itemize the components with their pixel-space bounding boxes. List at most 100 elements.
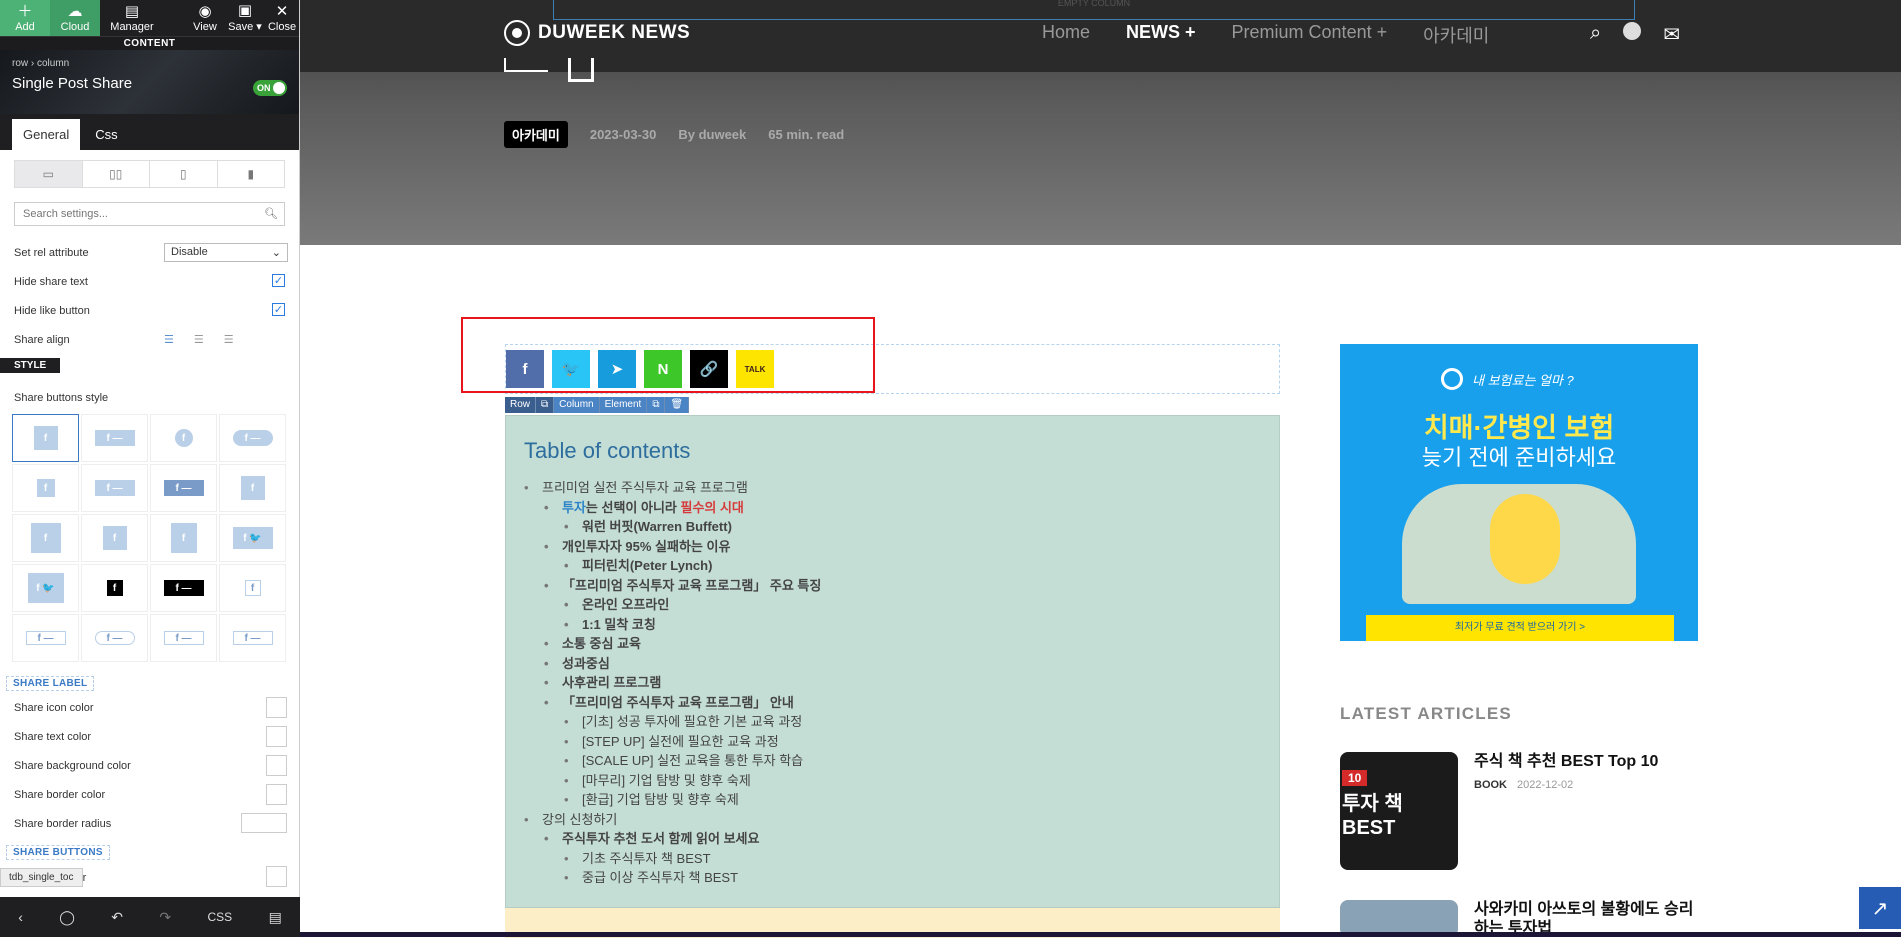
style-option-5[interactable]: f [12,464,79,512]
toc-item[interactable]: 워런 버핏(Warren Buffett) [564,517,1261,537]
desktop-icon[interactable]: ▭ [15,161,83,187]
toc-item[interactable]: 프리미엄 실전 주식투자 교육 프로그램 [524,478,1261,498]
tab-general[interactable]: General [12,119,81,150]
hide-share-text-checkbox[interactable]: ✓ [272,274,285,287]
toc-item[interactable]: 개인투자자 95% 실패하는 이유 [544,537,1261,557]
article-thumbnail[interactable]: 10 투자 책 BEST [1340,752,1458,870]
style-option-6[interactable]: f — [81,464,148,512]
manager-icon: ▤ [124,2,140,20]
element-tool[interactable]: Element [599,397,648,413]
row-tool[interactable]: Row [505,397,537,413]
toc-item[interactable]: 「프리미엄 주식투자 교육 프로그램」 주요 특징 [544,576,1261,596]
toc-item[interactable]: 온라인 오프라인 [564,595,1261,615]
search-input[interactable] [15,203,284,225]
toc-item[interactable]: 소통 중심 교육 [544,634,1261,654]
style-option-4[interactable]: f — [219,414,286,462]
phone-icon[interactable]: ▮ [218,161,285,187]
tab-css[interactable]: Css [84,119,128,150]
style-option-3[interactable]: f [150,414,217,462]
style-option-15[interactable]: f — [150,564,217,612]
style-option-12[interactable]: f 🐦 [219,514,286,562]
add-button[interactable]: ＋ Add [0,0,50,36]
undo-icon[interactable]: ↶ [111,909,123,926]
share-border-color-swatch[interactable] [266,784,287,805]
style-option-20[interactable]: f — [219,614,286,662]
toc-item[interactable]: 중급 이상 주식투자 책 BEST [564,868,1261,888]
article-item[interactable]: 10 투자 책 BEST 주식 책 추천 BEST Top 10 BOOK 202… [1340,752,1696,870]
home-icon[interactable]: ◯ [59,909,75,926]
close-button[interactable]: ✕ Close [265,0,299,36]
style-option-17[interactable]: f — [12,614,79,662]
align-center-icon[interactable]: ☰ [194,333,204,346]
list-icon[interactable]: ▤ [269,909,282,926]
toc-item[interactable]: 강의 신청하기 [524,810,1261,830]
element-toggle[interactable]: ON [253,80,287,96]
hide-like-button-checkbox[interactable]: ✓ [272,303,285,316]
style-option-8[interactable]: f [219,464,286,512]
tablet-portrait-icon[interactable]: ▯ [150,161,218,187]
share-icon-color-swatch[interactable] [266,697,287,718]
category-badge[interactable]: 아카데미 [504,121,568,148]
style-option-7[interactable]: f — [150,464,217,512]
css-button[interactable]: CSS [208,910,233,924]
article-category[interactable]: BOOK [1474,779,1507,791]
style-option-19[interactable]: f — [150,614,217,662]
view-button[interactable]: ◉ View [185,0,225,36]
post-author[interactable]: By duweek [678,127,746,142]
share-text-color-swatch[interactable] [266,726,287,747]
toc-item[interactable]: 기초 주식투자 책 BEST [564,849,1261,869]
manager-button[interactable]: ▤ Manager [100,0,164,36]
share-border-radius-input[interactable] [241,813,287,833]
style-option-16[interactable]: f [219,564,286,612]
cloud-button[interactable]: ☁ Cloud [50,0,100,36]
toc-item[interactable]: 투자는 선택이 아니라 필수의 시대 [544,498,1261,518]
toc-item[interactable]: [환급] 기업 탐방 및 향후 숙제 [564,790,1261,810]
article-title[interactable]: 주식 책 추천 BEST Top 10 [1474,752,1696,771]
menu-news[interactable]: NEWS + [1126,22,1196,48]
back-to-top-button[interactable]: ↗ [1859,887,1901,929]
row-copy-icon[interactable]: ⧉ [536,397,555,413]
style-option-13[interactable]: f 🐦 [12,564,79,612]
style-option-10[interactable]: f [81,514,148,562]
element-copy-icon[interactable]: ⧉ [647,397,666,413]
style-option-2[interactable]: f — [81,414,148,462]
site-logo[interactable]: DUWEEK NEWS [504,20,690,46]
style-option-11[interactable]: f [150,514,217,562]
breadcrumb[interactable]: row › column [12,58,287,69]
mail-icon[interactable]: ✉ [1663,22,1680,47]
style-option-18[interactable]: f — [81,614,148,662]
align-right-icon[interactable]: ☰ [224,333,234,346]
user-icon[interactable] [1623,22,1642,47]
search-icon[interactable]: 🔍︎ [264,207,278,220]
column-tool[interactable]: Column [554,397,600,413]
toc-item[interactable]: [STEP UP] 실전에 필요한 교육 과정 [564,732,1261,752]
toc-item[interactable]: [기초] 성공 투자에 필요한 기본 교육 과정 [564,712,1261,732]
style-option-1[interactable]: f [12,414,79,462]
toc-item[interactable]: 성과중심 [544,654,1261,674]
save-button[interactable]: ▣ Save ▾ [225,0,265,36]
redo-icon[interactable]: ↷ [159,909,171,926]
toc-item[interactable]: [마무리] 기업 탐방 및 향후 숙제 [564,771,1261,791]
toc-item[interactable]: 피터린치(Peter Lynch) [564,556,1261,576]
menu-academy[interactable]: 아카데미 [1423,22,1489,48]
ad-cta[interactable]: 최저가 무료 견적 받으러 가기 > [1366,615,1674,641]
menu-premium[interactable]: Premium Content + [1232,22,1388,48]
menu-home[interactable]: Home [1042,22,1090,48]
style-option-9[interactable]: f [12,514,79,562]
toc-item[interactable]: 1:1 밀착 코칭 [564,615,1261,635]
chevron-left-icon[interactable]: ‹ [18,909,23,925]
toc-item[interactable]: 주식투자 추천 도서 함께 읽어 보세요 [544,829,1261,849]
empty-column[interactable]: EMPTY COLUMN [553,0,1635,20]
rel-select[interactable]: Disable ⌄ [164,243,288,262]
insurance-ad[interactable]: 내 보험료는 얼마 ? 치매·간병인 보험 늦기 전에 준비하세요 최저가 무료… [1340,344,1698,641]
search-icon[interactable]: ⌕ [1590,22,1601,47]
style-option-14[interactable]: f [81,564,148,612]
share-buttons-color-swatch[interactable] [266,866,287,887]
toc-item[interactable]: 사후관리 프로그램 [544,673,1261,693]
tablet-landscape-icon[interactable]: ▯▯ [83,161,150,187]
trash-icon[interactable]: 🗑 [665,397,690,413]
align-left-icon[interactable]: ☰ [164,333,174,346]
toc-item[interactable]: 「프리미엄 주식투자 교육 프로그램」 안내 [544,693,1261,713]
share-bg-color-swatch[interactable] [266,755,287,776]
toc-item[interactable]: [SCALE UP] 실전 교육을 통한 투자 학습 [564,751,1261,771]
